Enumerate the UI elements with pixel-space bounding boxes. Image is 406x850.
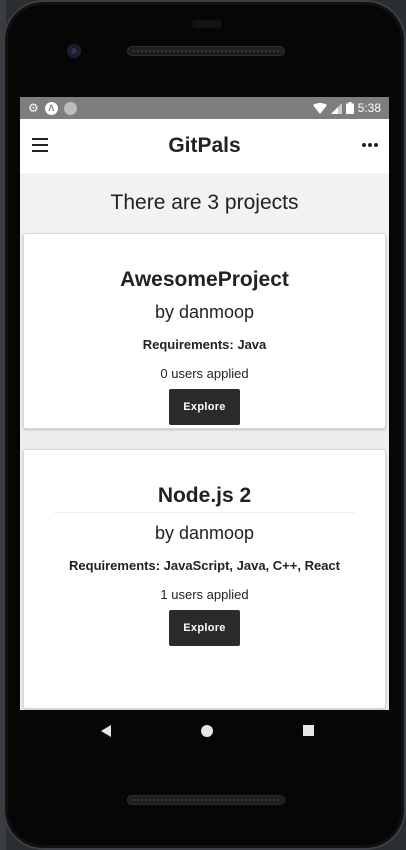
system-nav-bar	[6, 710, 406, 752]
status-left-icons: ⚙ Λ	[28, 101, 77, 115]
battery-icon	[345, 102, 354, 114]
app-title: GitPals	[168, 134, 241, 157]
project-name: AwesomeProject	[120, 268, 289, 291]
project-requirements: Requirements: Java	[142, 337, 267, 352]
app-screen: ⚙ Λ 5:38 GitPals There are 3 projects Aw…	[20, 97, 389, 710]
recents-icon[interactable]	[303, 725, 314, 736]
status-time: 5:38	[357, 101, 381, 115]
explore-button[interactable]: Explore	[169, 389, 240, 425]
gray-dot-icon	[63, 101, 77, 115]
project-applied-count: 1 users applied	[160, 587, 249, 602]
status-bar: ⚙ Λ 5:38	[20, 97, 389, 119]
phone-frame: ⚙ Λ 5:38 GitPals There are 3 projects Aw…	[3, 0, 406, 850]
front-camera	[67, 44, 81, 58]
bottom-speaker-grille	[127, 795, 285, 805]
status-right-icons: 5:38	[312, 101, 381, 115]
project-list: AwesomeProject by danmoop Requirements: …	[20, 233, 389, 709]
explore-button[interactable]: Explore	[169, 610, 240, 646]
projects-count-banner: There are 3 projects	[20, 173, 389, 233]
more-horizontal-icon[interactable]	[361, 139, 379, 151]
project-requirements: Requirements: JavaScript, Java, C++, Rea…	[69, 558, 340, 573]
project-applied-count: 0 users applied	[160, 366, 249, 381]
top-speaker	[192, 20, 222, 28]
gear-icon: ⚙	[28, 101, 39, 115]
project-card: AwesomeProject by danmoop Requirements: …	[23, 233, 386, 429]
a-circle-icon: Λ	[44, 101, 58, 115]
app-bar: GitPals	[20, 119, 389, 173]
wifi-icon	[312, 102, 327, 114]
signal-icon	[330, 102, 342, 114]
project-card: Node.js 2 by danmoop Requirements: JavaS…	[23, 449, 386, 709]
back-icon[interactable]	[101, 725, 111, 737]
hamburger-menu-icon[interactable]	[32, 138, 48, 152]
project-author: by danmoop	[154, 302, 255, 322]
project-author: by danmoop	[154, 523, 255, 543]
earpiece-grille	[127, 46, 285, 56]
home-icon[interactable]	[201, 725, 213, 737]
project-name: Node.js 2	[54, 484, 355, 513]
